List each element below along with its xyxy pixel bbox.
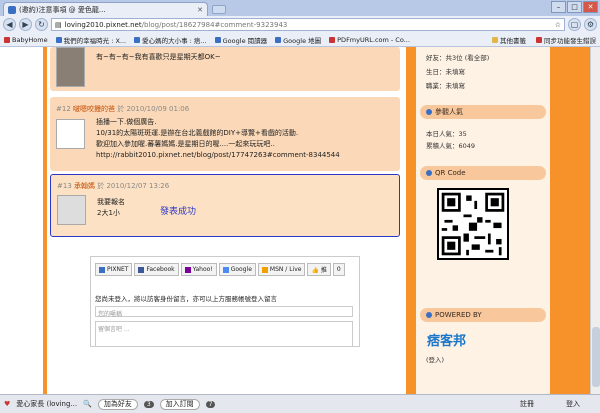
comment-13: #13 承翰媽 於 2010/12/07 13:26 我要報名 2大1小 (50, 174, 400, 237)
yahoo-login-button[interactable]: Yahoo! (180, 263, 217, 276)
back-icon[interactable]: ◀ (3, 18, 16, 31)
bookmarks-bar: BabyHome 我們的幸福時光 : X... 愛心媽的大小事 : 痞... G… (0, 33, 600, 47)
register-link[interactable]: 註冊 (520, 399, 534, 409)
bookmark-item[interactable]: Google 地圖 (275, 35, 321, 45)
success-message: 發表成功 (160, 207, 197, 217)
comment-time: 於 2010/12/07 13:26 (97, 182, 170, 190)
comment-time: 於 2010/10/09 01:06 (117, 105, 190, 113)
powered-header: POWERED BY (420, 308, 546, 322)
popularity-header: 參觀人氣 (420, 105, 546, 119)
qr-code-image (437, 188, 509, 260)
friend-count-badge: 3 (143, 400, 154, 408)
vertical-scrollbar[interactable] (590, 47, 600, 394)
forward-icon[interactable]: ▶ (19, 18, 32, 31)
comment-form: PIXNET Facebook Yahoo! Google MSN / Live… (90, 256, 360, 347)
login-prompt: 您尚未登入，將以訪客身份留言，亦可以上方服務帳號登入留言 (95, 295, 277, 303)
star-icon[interactable]: ☆ (555, 21, 561, 29)
page-viewport: 有~有~有~我有喜歡只是星期天都OK~ #12 啵嗯咬饅的爸 於 2010/10… (0, 47, 590, 394)
comment-12: #12 啵嗯咬饅的爸 於 2010/10/09 01:06 插播一下.做個廣告.… (50, 97, 400, 171)
comment-text: 有~有~有~我有喜歡只是星期天都OK~ (96, 53, 221, 61)
search-icon[interactable]: 🔍 (83, 400, 92, 408)
url-host: loving2010.pixnet.net (64, 20, 142, 29)
comment-11: 有~有~有~我有喜歡只是星期天都OK~ (50, 47, 400, 91)
avatar (56, 119, 85, 149)
page-icon: ▤ (55, 20, 62, 29)
browser-toolbar: ◀ ▶ ↻ ▤ loving2010.pixnet.net/blog/post/… (0, 16, 600, 33)
bookmark-item[interactable]: BabyHome (4, 36, 48, 44)
close-window-button[interactable]: ✕ (583, 1, 598, 13)
address-bar[interactable]: ▤ loving2010.pixnet.net/blog/post/186279… (51, 18, 565, 31)
message-field[interactable]: 留個言吧 ... (95, 321, 353, 347)
bookmark-item[interactable]: Google 閱讀器 (214, 35, 267, 45)
sync-error[interactable]: 同步功能發生錯誤 (536, 35, 596, 45)
bookmark-item[interactable]: PDFmyURL.com - Co... (329, 36, 410, 44)
comment-number: #13 (57, 182, 72, 190)
comment-number: #12 (56, 105, 71, 113)
facebook-login-button[interactable]: Facebook (134, 263, 179, 276)
subscribe-button[interactable]: 加入訂閱 (159, 398, 200, 410)
pixnet-logo[interactable]: 痞客邦 (427, 330, 466, 349)
login-link[interactable]: 登入 (566, 399, 580, 409)
avatar (57, 195, 86, 225)
today-visits: 本日人氣：35 (426, 130, 467, 138)
new-tab-button[interactable] (212, 5, 226, 14)
other-bookmarks[interactable]: 其他書籤 (492, 35, 526, 45)
sidebar-friends[interactable]: 好友：共3位 (看全部) (426, 53, 489, 64)
tab-strip: (邀約)注意事項 @ 愛色龍... ✕ – □ ✕ (0, 0, 600, 16)
msn-login-button[interactable]: MSN / Live (257, 263, 306, 276)
google-login-button[interactable]: Google (218, 263, 256, 276)
sidebar-job: 職業：未填寫 (426, 82, 465, 90)
nickname-field[interactable]: 您的暱稱 (95, 306, 353, 318)
pixnet-toolbar: ♥ 愛心家長 (loving... 🔍 加為好友 3 加入訂閱 7 註冊 登入 (0, 394, 600, 413)
minimize-button[interactable]: – (551, 1, 566, 13)
like-button[interactable]: 👍 推 (307, 263, 331, 276)
comment-author[interactable]: 啵嗯咬饅的爸 (73, 105, 115, 113)
avatar (56, 47, 85, 87)
scrollbar-thumb[interactable] (592, 327, 600, 387)
sns-login-bar: PIXNET Facebook Yahoo! Google MSN / Live… (95, 263, 345, 276)
sidebar-login-link[interactable]: (登入) (426, 355, 444, 366)
like-count: 0 (332, 263, 345, 276)
sidebar-birthday: 生日：未填寫 (426, 68, 465, 76)
total-visits: 累積人氣：6049 (426, 142, 476, 150)
pixnet-login-button[interactable]: PIXNET (95, 263, 133, 276)
url-path: /blog/post/18627984#comment-9323943 (141, 20, 288, 29)
comment-body: 插播一下.做個廣告. 10/31的太陽斑斑運.是辦在台北義戲館的DIY+導覽+看戲… (96, 118, 340, 159)
pixnet-favicon-icon (8, 5, 16, 14)
reload-icon[interactable]: ↻ (35, 18, 48, 31)
user-avatar-icon: ♥ (4, 400, 11, 408)
page-menu-icon[interactable]: ▢ (568, 18, 581, 31)
bookmark-item[interactable]: 我們的幸福時光 : X... (55, 35, 126, 45)
tab-title: (邀約)注意事項 @ 愛色龍... (19, 5, 106, 14)
subscribe-count-badge: 7 (205, 400, 216, 408)
comment-body: 我要報名 2大1小 (97, 198, 125, 217)
add-friend-button[interactable]: 加為好友 (97, 398, 138, 410)
wrench-icon[interactable]: ⚙ (584, 18, 597, 31)
comment-author[interactable]: 承翰媽 (74, 182, 95, 190)
qrcode-header: QR Code (420, 166, 546, 180)
bookmark-item[interactable]: 愛心媽的大小事 : 痞... (134, 35, 207, 45)
browser-tab[interactable]: (邀約)注意事項 @ 愛色龍... ✕ (3, 2, 208, 16)
maximize-button[interactable]: □ (567, 1, 582, 13)
user-name[interactable]: 愛心家長 (loving... (16, 399, 77, 409)
close-tab-icon[interactable]: ✕ (197, 6, 203, 14)
